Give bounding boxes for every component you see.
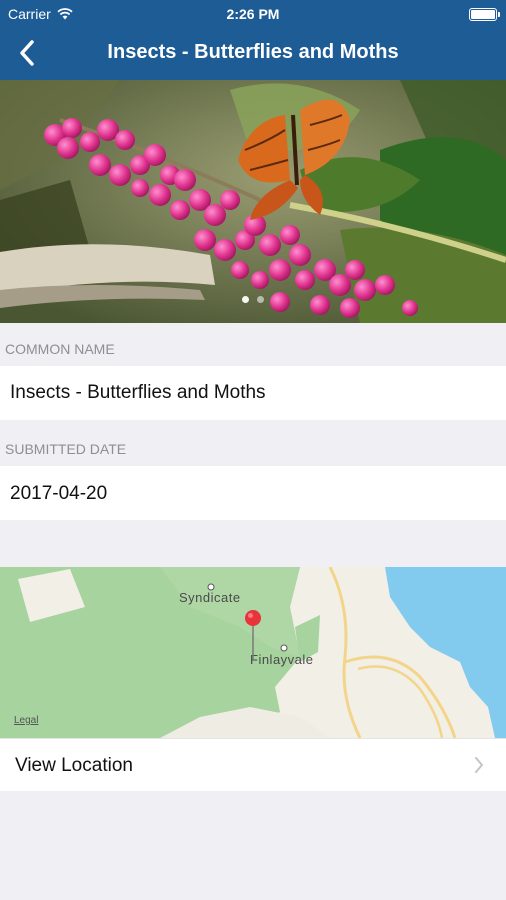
photo-pager[interactable] (0, 296, 506, 303)
butterfly-photo-image (0, 80, 506, 323)
map-label-syndicate: Syndicate (179, 590, 241, 605)
chevron-right-icon (475, 757, 483, 773)
pager-dot-active (242, 296, 249, 303)
status-bar: Carrier 2:26 PM (0, 0, 506, 28)
location-map[interactable]: Syndicate Finlayvale Legal (0, 567, 506, 738)
view-location-label: View Location (15, 755, 133, 776)
page-title: Insects - Butterflies and Moths (107, 41, 399, 63)
navigation-bar: Insects - Butterflies and Moths (0, 28, 506, 80)
view-location-cell[interactable]: View Location (0, 738, 506, 791)
common-name-header: COMMON NAME (5, 341, 115, 357)
submitted-date-value: 2017-04-20 (10, 483, 108, 504)
top-bar: Carrier 2:26 PM Insects - Butterflies an… (0, 0, 506, 80)
submitted-date-header: SUBMITTED DATE (5, 441, 127, 457)
status-time: 2:26 PM (226, 6, 280, 22)
pager-dot (257, 296, 264, 303)
battery-icon (469, 8, 500, 21)
map-pin-icon (245, 610, 261, 661)
common-name-value: Insects - Butterflies and Moths (10, 382, 266, 403)
common-name-cell: Insects - Butterflies and Moths (0, 366, 506, 420)
map-legal-link[interactable]: Legal (14, 715, 38, 726)
sighting-photo[interactable] (0, 80, 506, 323)
submitted-date-cell: 2017-04-20 (0, 466, 506, 520)
